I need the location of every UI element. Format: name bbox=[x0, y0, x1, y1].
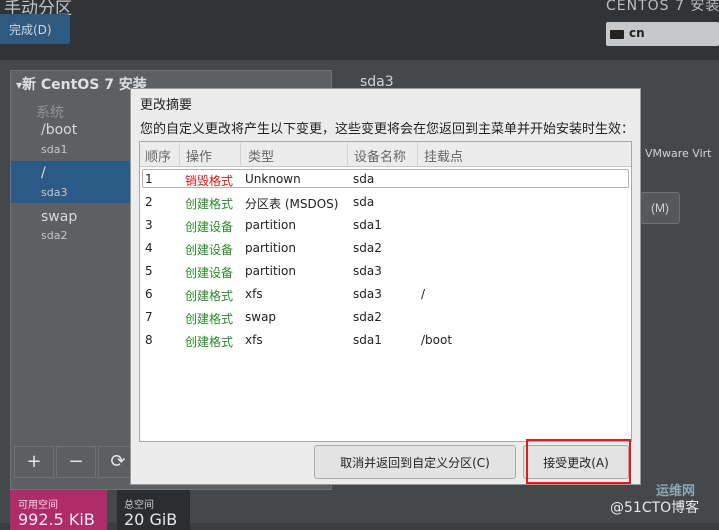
row-action: 创建格式 bbox=[185, 289, 234, 303]
partition-device: sda3 bbox=[41, 186, 68, 199]
tree-title[interactable]: 新 CentOS 7 安装 bbox=[16, 74, 147, 94]
row-device: sda3 bbox=[353, 264, 382, 278]
row-order: 1 bbox=[145, 172, 153, 186]
partition-name[interactable]: / bbox=[41, 165, 46, 181]
watermark: @51CTO博客 bbox=[610, 500, 700, 516]
partition-toolbar: + − ⟳ bbox=[14, 446, 138, 478]
section-label-system: 系统 bbox=[36, 105, 64, 121]
row-action: 销毁格式 bbox=[185, 174, 234, 188]
available-space-label: 可用空间 bbox=[18, 500, 58, 511]
column-header-order[interactable]: 顺序 bbox=[145, 146, 171, 165]
add-partition-button[interactable]: + bbox=[14, 446, 54, 478]
row-order: 6 bbox=[145, 287, 153, 301]
row-type: partition bbox=[245, 218, 296, 232]
row-action: 创建设备 bbox=[185, 220, 234, 234]
row-action: 创建格式 bbox=[185, 312, 234, 326]
row-order: 2 bbox=[145, 195, 153, 209]
row-order: 7 bbox=[145, 310, 153, 324]
detail-device: VMware Virt bbox=[645, 147, 712, 160]
keyboard-icon bbox=[610, 30, 624, 39]
column-header-type[interactable]: 类型 bbox=[248, 146, 274, 165]
done-button[interactable]: 完成(D) bbox=[0, 14, 70, 44]
row-type: xfs bbox=[245, 287, 263, 301]
row-type: swap bbox=[245, 310, 277, 324]
column-header-action[interactable]: 操作 bbox=[186, 146, 212, 165]
row-type: partition bbox=[245, 264, 296, 278]
modify-button[interactable]: (M) bbox=[640, 192, 680, 224]
column-header-mount[interactable]: 挂载点 bbox=[424, 146, 463, 165]
row-action: 创建设备 bbox=[185, 266, 234, 280]
dialog-description: 您的自定义更改将产生以下变更，这些变更将会在您返回到主菜单并开始安装时生效： bbox=[140, 122, 635, 137]
partition-device: sda1 bbox=[41, 143, 68, 156]
total-space-value: 20 GiB bbox=[124, 510, 178, 529]
row-device: sda1 bbox=[353, 218, 382, 232]
partition-device: sda2 bbox=[41, 229, 68, 242]
row-action: 创建格式 bbox=[185, 335, 234, 349]
row-order: 3 bbox=[145, 218, 153, 232]
row-type: Unknown bbox=[245, 172, 301, 186]
annotation-highlight-box bbox=[526, 439, 631, 484]
keyboard-layout-label: cn bbox=[629, 26, 645, 40]
column-header-device[interactable]: 设备名称 bbox=[354, 146, 406, 165]
row-type: 分区表 (MSDOS) bbox=[245, 197, 339, 211]
row-order: 8 bbox=[145, 333, 153, 347]
row-action: 创建格式 bbox=[185, 197, 234, 211]
row-type: xfs bbox=[245, 333, 263, 347]
row-type: partition bbox=[245, 241, 296, 255]
selected-partition-row[interactable] bbox=[11, 161, 141, 203]
row-device: sda1 bbox=[353, 333, 382, 347]
row-device: sda bbox=[353, 172, 375, 186]
available-space-value: 992.5 KiB bbox=[18, 510, 95, 529]
row-order: 5 bbox=[145, 264, 153, 278]
row-device: sda bbox=[353, 195, 375, 209]
dialog-title: 更改摘要 bbox=[140, 98, 193, 113]
partition-name[interactable]: /boot bbox=[41, 122, 77, 138]
partition-name[interactable]: swap bbox=[41, 209, 77, 225]
row-device: sda2 bbox=[353, 310, 382, 324]
row-order: 4 bbox=[145, 241, 153, 255]
row-device: sda3 bbox=[353, 287, 382, 301]
product-name: CENTOS 7 安装 bbox=[606, 0, 719, 14]
total-space-label: 总空间 bbox=[124, 500, 154, 511]
row-device: sda2 bbox=[353, 241, 382, 255]
cancel-return-button[interactable]: 取消并返回到自定义分区(C) bbox=[314, 445, 516, 479]
remove-partition-button[interactable]: − bbox=[56, 446, 96, 478]
row-action: 创建设备 bbox=[185, 243, 234, 257]
row-mount: /boot bbox=[421, 333, 453, 347]
row-mount: / bbox=[421, 287, 426, 301]
